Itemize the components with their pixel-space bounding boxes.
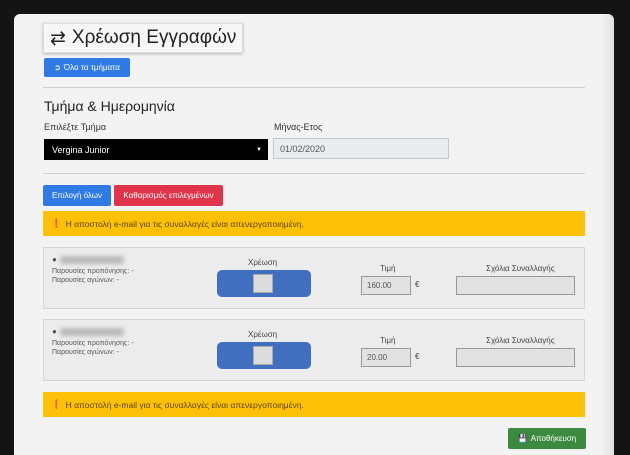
user-icon: ● <box>52 327 57 336</box>
floppy-disk-icon: 💾 <box>517 434 528 443</box>
price-input[interactable]: 160.00 <box>361 276 411 295</box>
alert-text: Η αποστολή e-mail για τις συναλλαγές είν… <box>65 218 304 229</box>
clear-selected-button[interactable]: Καθαρισμός επιλεγμένων <box>114 185 223 206</box>
page-content: ⇄ Χρέωση Εγγραφών ➲ Όλα τα τμήματα Τμήμα… <box>14 14 614 455</box>
charge-label: Χρέωση <box>248 258 278 267</box>
price-value: 20.00 <box>367 353 388 362</box>
user-icon: ● <box>52 255 57 264</box>
comments-input[interactable] <box>456 276 575 295</box>
scroll-edge-shadow <box>602 14 614 455</box>
month-year-label: Μήνας-Ετος <box>274 122 323 132</box>
price-value: 160.00 <box>367 281 392 290</box>
all-departments-button[interactable]: ➲ Όλα τα τμήματα <box>44 58 130 77</box>
select-all-label: Επιλογή όλων <box>51 191 103 200</box>
exclamation-circle-icon: ❗ <box>51 399 62 409</box>
price-label: Τιμή <box>380 336 396 345</box>
training-presence: Παρουσίες προπόνησης: - <box>52 340 134 347</box>
training-presence: Παρουσίες προπόνησης: - <box>52 268 134 275</box>
department-label: Επιλέξτε Τμήμα <box>44 122 107 132</box>
toggle-knob <box>253 274 273 293</box>
clear-selected-label: Καθαρισμός επιλεγμένων <box>123 191 214 200</box>
divider <box>43 87 585 88</box>
email-disabled-alert: ❗ Η αποστολή e-mail για τις συναλλαγές ε… <box>43 211 585 236</box>
comments-input[interactable] <box>456 348 575 367</box>
caret-down-icon: ▼ <box>256 146 262 153</box>
page-title: ⇄ Χρέωση Εγγραφών <box>43 23 244 53</box>
exclamation-circle-icon: ❗ <box>51 218 62 228</box>
comments-label: Σχόλια Συναλλαγής <box>486 336 555 345</box>
currency-symbol: € <box>415 280 420 289</box>
toggle-knob <box>253 346 273 365</box>
department-select-value: Vergina Junior <box>52 144 110 155</box>
email-disabled-alert-bottom: ❗ Η αποστολή e-mail για τις συναλλαγές ε… <box>43 392 585 417</box>
game-presence: Παρουσίες αγώνων: - <box>52 277 119 284</box>
divider <box>43 173 585 174</box>
charge-toggle[interactable] <box>217 342 311 369</box>
student-card: ● Παρουσίες προπόνησης: - Παρουσίες αγών… <box>43 319 585 381</box>
blurred-name <box>59 255 124 264</box>
student-card: ● Παρουσίες προπόνησης: - Παρουσίες αγών… <box>43 247 585 309</box>
exchange-arrows-icon: ⇄ <box>50 27 66 49</box>
section-title: Τμήμα & Ημερομηνία <box>44 98 175 114</box>
app-window: ⇄ Χρέωση Εγγραφών ➲ Όλα τα τμήματα Τμήμα… <box>14 14 614 455</box>
game-presence: Παρουσίες αγώνων: - <box>52 349 119 356</box>
alert-text: Η αποστολή e-mail για τις συναλλαγές είν… <box>65 399 304 410</box>
select-all-button[interactable]: Επιλογή όλων <box>43 185 111 206</box>
department-select[interactable]: Vergina Junior ▼ <box>44 139 268 160</box>
price-input[interactable]: 20.00 <box>361 348 411 367</box>
blurred-name <box>59 327 124 336</box>
save-button[interactable]: 💾 Αποθήκευση <box>508 428 586 449</box>
charge-toggle[interactable] <box>217 270 311 297</box>
page-title-text: Χρέωση Εγγραφών <box>71 27 237 48</box>
currency-symbol: € <box>415 352 420 361</box>
charge-label: Χρέωση <box>248 330 278 339</box>
month-year-value: 01/02/2020 <box>280 143 326 154</box>
save-label: Αποθήκευση <box>530 434 577 443</box>
student-name: ● <box>52 327 124 336</box>
price-label: Τιμή <box>380 264 396 273</box>
circle-arrow-left-icon: ➲ <box>54 63 61 72</box>
student-name: ● <box>52 255 124 264</box>
comments-label: Σχόλια Συναλλαγής <box>486 264 555 273</box>
month-year-input[interactable]: 01/02/2020 <box>273 138 449 159</box>
all-departments-label: Όλα τα τμήματα <box>63 63 120 72</box>
